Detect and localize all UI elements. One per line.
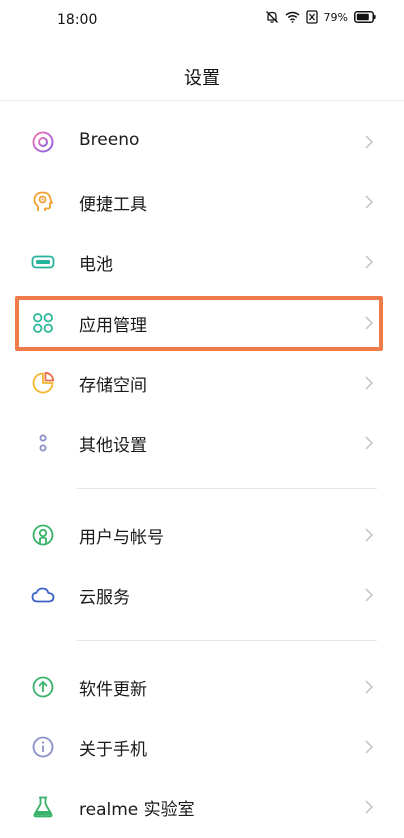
title-bar: 设置 — [0, 52, 404, 100]
wifi-icon — [285, 11, 300, 23]
settings-item-realme-lab[interactable]: realme 实验室 — [0, 777, 404, 837]
battery-percent: 79% — [323, 10, 348, 24]
mute-bell-icon — [265, 11, 278, 23]
settings-item-label: realme 实验室 — [79, 800, 195, 820]
settings-item-label: 云服务 — [79, 588, 130, 608]
tools-head-icon — [33, 191, 53, 211]
settings-item-storage[interactable]: 存储空间 — [0, 353, 404, 413]
chevron-right-icon — [365, 680, 374, 694]
user-icon — [32, 524, 54, 546]
info-icon — [32, 736, 54, 758]
settings-item-software-update[interactable]: 软件更新 — [0, 657, 404, 717]
settings-item-shortcut-tools[interactable]: 便捷工具 — [0, 172, 404, 232]
group-divider — [77, 488, 377, 489]
settings-item-cloud-service[interactable]: 云服务 — [0, 565, 404, 625]
settings-item-label: Breeno — [79, 130, 140, 150]
no-sim-icon — [305, 10, 318, 24]
lab-flask-icon — [33, 796, 53, 818]
storage-pie-icon — [32, 371, 55, 394]
settings-item-user-account[interactable]: 用户与帐号 — [0, 505, 404, 565]
chevron-right-icon — [365, 800, 374, 814]
settings-item-about-phone[interactable]: 关于手机 — [0, 717, 404, 777]
settings-item-label: 存储空间 — [79, 376, 147, 396]
chevron-right-icon — [365, 740, 374, 754]
status-icons: 79% — [265, 10, 376, 24]
title-divider — [0, 100, 404, 101]
chevron-right-icon — [365, 376, 374, 390]
breeno-icon — [32, 131, 54, 153]
battery-status-icon — [354, 11, 376, 23]
chevron-right-icon — [365, 588, 374, 602]
settings-item-label: 关于手机 — [79, 740, 147, 760]
chevron-right-icon — [365, 195, 374, 209]
settings-item-label: 用户与帐号 — [79, 528, 164, 548]
settings-item-battery[interactable]: 电池 — [0, 232, 404, 292]
highlight-box — [15, 296, 383, 351]
status-bar: 18:00 79% — [0, 0, 404, 44]
chevron-right-icon — [365, 135, 374, 149]
more-dots-icon — [39, 434, 47, 452]
settings-item-label: 软件更新 — [79, 680, 147, 700]
chevron-right-icon — [365, 436, 374, 450]
settings-item-label: 便捷工具 — [79, 195, 147, 215]
settings-item-other-settings[interactable]: 其他设置 — [0, 413, 404, 473]
group-divider — [77, 640, 377, 641]
chevron-right-icon — [365, 255, 374, 269]
battery-icon — [31, 255, 55, 269]
cloud-icon — [31, 587, 55, 603]
chevron-right-icon — [365, 528, 374, 542]
status-time: 18:00 — [57, 12, 98, 28]
settings-item-breeno[interactable]: Breeno — [0, 112, 404, 172]
settings-item-label: 电池 — [79, 255, 113, 275]
page-title: 设置 — [184, 68, 220, 89]
settings-item-label: 其他设置 — [79, 436, 147, 456]
update-arrow-icon — [32, 676, 54, 698]
